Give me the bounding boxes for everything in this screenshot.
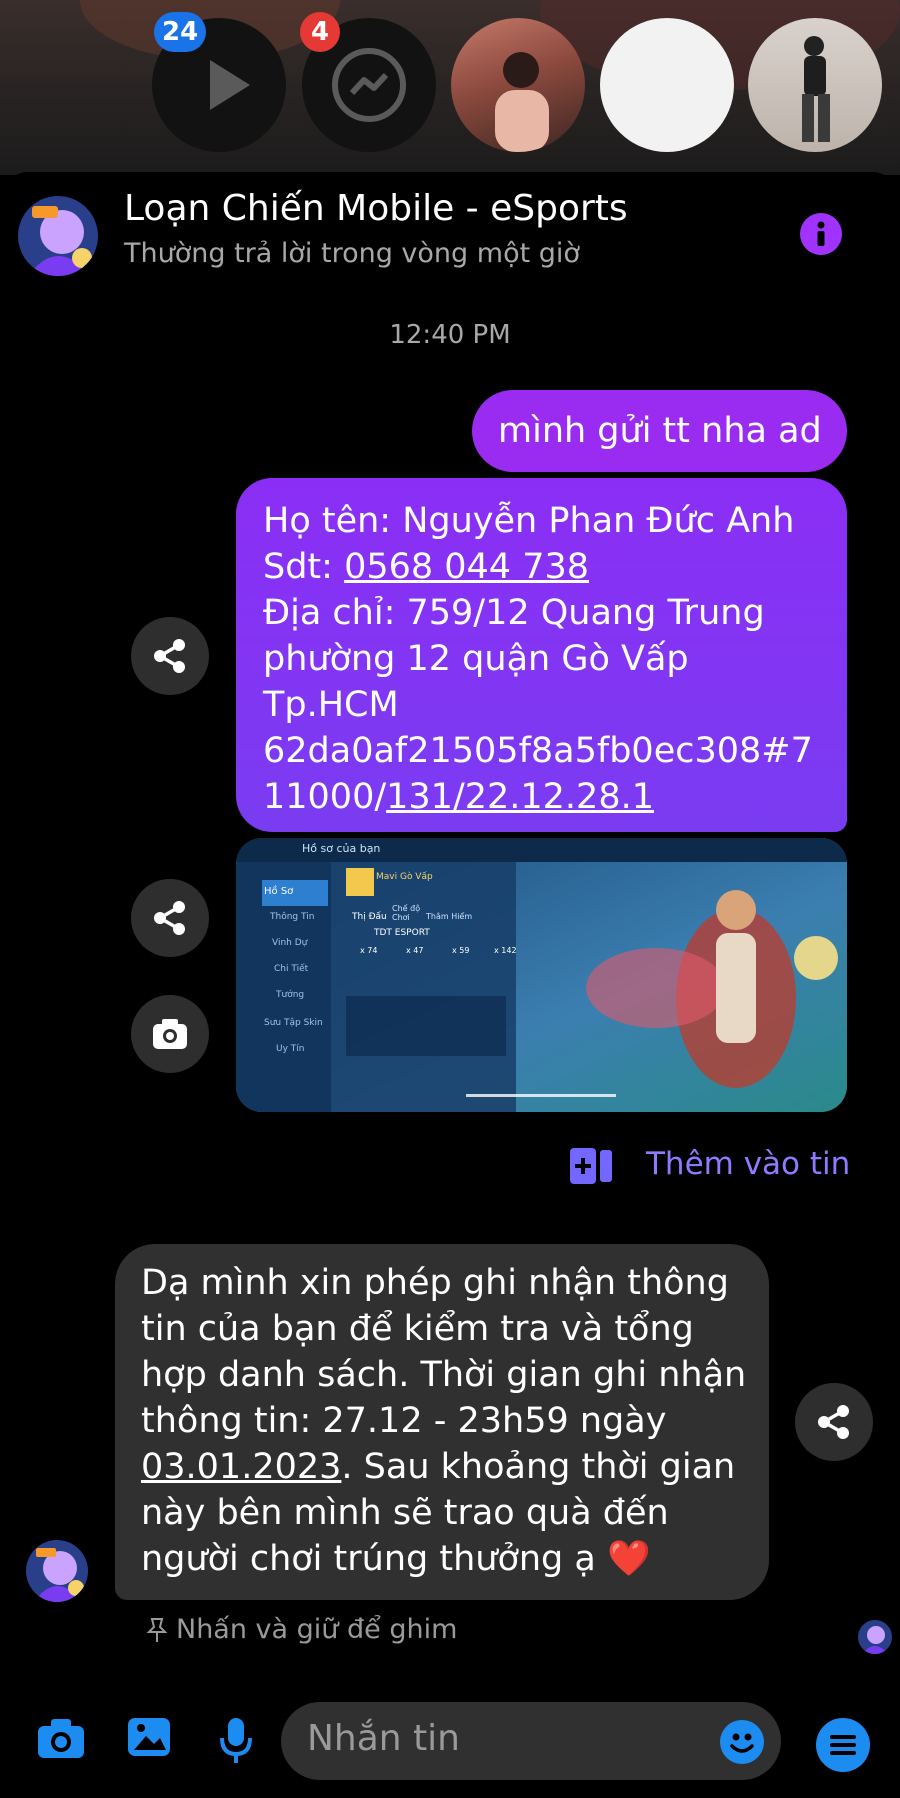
- message-line: Địa chỉ: 759/12 Quang Trung: [263, 593, 765, 633]
- emoji-button[interactable]: [720, 1720, 764, 1764]
- voice-button[interactable]: [218, 1716, 254, 1766]
- screenshot-tab: Thị Đấu: [352, 912, 387, 922]
- game-profile-screenshot: [236, 838, 847, 1112]
- share-icon: [154, 639, 185, 673]
- screenshot-player: Mavi Gò Vấp: [376, 872, 433, 882]
- image-icon: [128, 1718, 170, 1756]
- screenshot-menu-item: Uy Tín: [276, 1044, 305, 1054]
- person-photo-icon: [495, 52, 549, 152]
- message-line: phường 12 quận Gò Vấp: [263, 639, 689, 679]
- message-text: 11000/: [263, 777, 387, 817]
- screenshot-stat: x 47: [406, 946, 424, 955]
- message-line: tin của bạn để kiểm tra và tổng: [141, 1309, 694, 1349]
- message-input-placeholder: Nhắn tin: [307, 1718, 460, 1759]
- pin-icon: [146, 1617, 168, 1642]
- screenshot-menu-item: Chi Tiết: [274, 964, 309, 974]
- unread-badge: 4: [300, 12, 340, 52]
- message-line: Tp.HCM: [263, 685, 399, 725]
- share-button[interactable]: [131, 879, 209, 957]
- sent-message-bubble[interactable]: Họ tên: Nguyễn Phan Đức Anh Sdt: 0568 04…: [236, 478, 847, 832]
- share-button[interactable]: [795, 1383, 873, 1461]
- screenshot-stat: x 142: [494, 946, 517, 955]
- seen-receipt-avatar: [858, 1620, 892, 1654]
- message-line: Dạ mình xin phép ghi nhận thông: [141, 1263, 729, 1303]
- screenshot-menu-item: Vinh Dự: [272, 938, 308, 948]
- sender-avatar[interactable]: [26, 1540, 88, 1602]
- message-line: người chơi trúng thưởng ạ ❤️: [141, 1539, 651, 1579]
- chat-head-contact-photo[interactable]: [451, 18, 585, 152]
- game-avatar-icon: [858, 1620, 892, 1654]
- save-photo-button[interactable]: [131, 995, 209, 1073]
- phone-link[interactable]: 0568 044 738: [344, 547, 589, 587]
- screenshot-menu-item: Thông Tin: [270, 912, 315, 922]
- info-icon: [817, 221, 825, 246]
- chat-head-contact-photo[interactable]: [748, 18, 882, 152]
- message-line: thông tin: 27.12 - 23h59 ngày: [141, 1401, 667, 1441]
- camera-icon: [153, 1019, 187, 1049]
- chat-title: Loạn Chiến Mobile - eSports: [124, 188, 628, 229]
- pin-hint-label: Nhấn và giữ để ghim: [176, 1614, 458, 1645]
- message-line: 11000/131/22.12.28.1: [263, 774, 833, 820]
- screenshot-stat: x 74: [360, 946, 378, 955]
- gallery-button[interactable]: [126, 1716, 172, 1758]
- game-avatar-icon: [18, 196, 98, 276]
- emoji-icon: [730, 1733, 754, 1753]
- sent-message-bubble[interactable]: mình gửi tt nha ad: [472, 390, 847, 472]
- menu-icon: [830, 1735, 856, 1755]
- info-button[interactable]: [800, 213, 842, 255]
- image-attachment[interactable]: Hồ sơ của bạn Hồ Sơ Thông Tin Vinh Dự Ch…: [236, 838, 847, 1112]
- share-button[interactable]: [131, 617, 209, 695]
- camera-icon: [38, 1719, 84, 1758]
- screenshot-tab: Chế độ Chơi: [392, 904, 421, 922]
- message-line: hợp danh sách. Thời gian ghi nhận: [141, 1355, 747, 1395]
- pin-hint: Nhấn và giữ để ghim: [146, 1614, 457, 1645]
- message-line: này bên mình sẽ trao quà đến: [141, 1493, 669, 1533]
- received-message-bubble[interactable]: Dạ mình xin phép ghi nhận thông tin của …: [115, 1244, 769, 1600]
- chat-head-contact-blank[interactable]: [600, 18, 734, 152]
- message-line: Họ tên: Nguyễn Phan Đức Anh: [263, 501, 795, 541]
- add-to-story-icon[interactable]: [570, 1146, 616, 1190]
- share-icon: [818, 1405, 849, 1439]
- unread-badge: 24: [154, 12, 207, 52]
- screenshot-menu-item: Hồ Sơ: [264, 886, 294, 897]
- message-line: 62da0af21505f8a5fb0ec308#7: [263, 731, 813, 771]
- share-icon: [154, 901, 185, 935]
- menu-button[interactable]: [816, 1718, 870, 1772]
- message-link[interactable]: 131/22.12.28.1: [386, 777, 654, 817]
- person-photo-icon: [802, 36, 830, 142]
- message-line: 03.01.2023. Sau khoảng thời gian: [141, 1444, 749, 1490]
- add-to-story-label[interactable]: Thêm vào tin: [646, 1146, 850, 1182]
- microphone-icon: [220, 1718, 252, 1763]
- game-avatar-icon: [26, 1540, 88, 1602]
- message-text: Sdt:: [263, 547, 345, 587]
- screenshot-menu-item: Sưu Tập Skin: [264, 1018, 323, 1028]
- camera-button[interactable]: [36, 1716, 86, 1760]
- chat-subtitle: Thường trả lời trong vòng một giờ: [124, 238, 580, 269]
- screenshot-tab: Thâm Hiểm: [426, 912, 473, 921]
- page-avatar[interactable]: [18, 196, 98, 276]
- message-text: . Sau khoảng thời gian: [341, 1447, 736, 1487]
- screenshot-menu-item: Tướng: [276, 990, 305, 1000]
- screenshot-team: TDT ESPORT: [374, 928, 430, 938]
- message-line: Sdt: 0568 044 738: [263, 544, 833, 590]
- screenshot-title: Hồ sơ của bạn: [302, 842, 381, 855]
- date-link[interactable]: 03.01.2023: [141, 1447, 341, 1487]
- message-timestamp: 12:40 PM: [389, 320, 511, 350]
- screenshot-stat: x 59: [452, 946, 470, 955]
